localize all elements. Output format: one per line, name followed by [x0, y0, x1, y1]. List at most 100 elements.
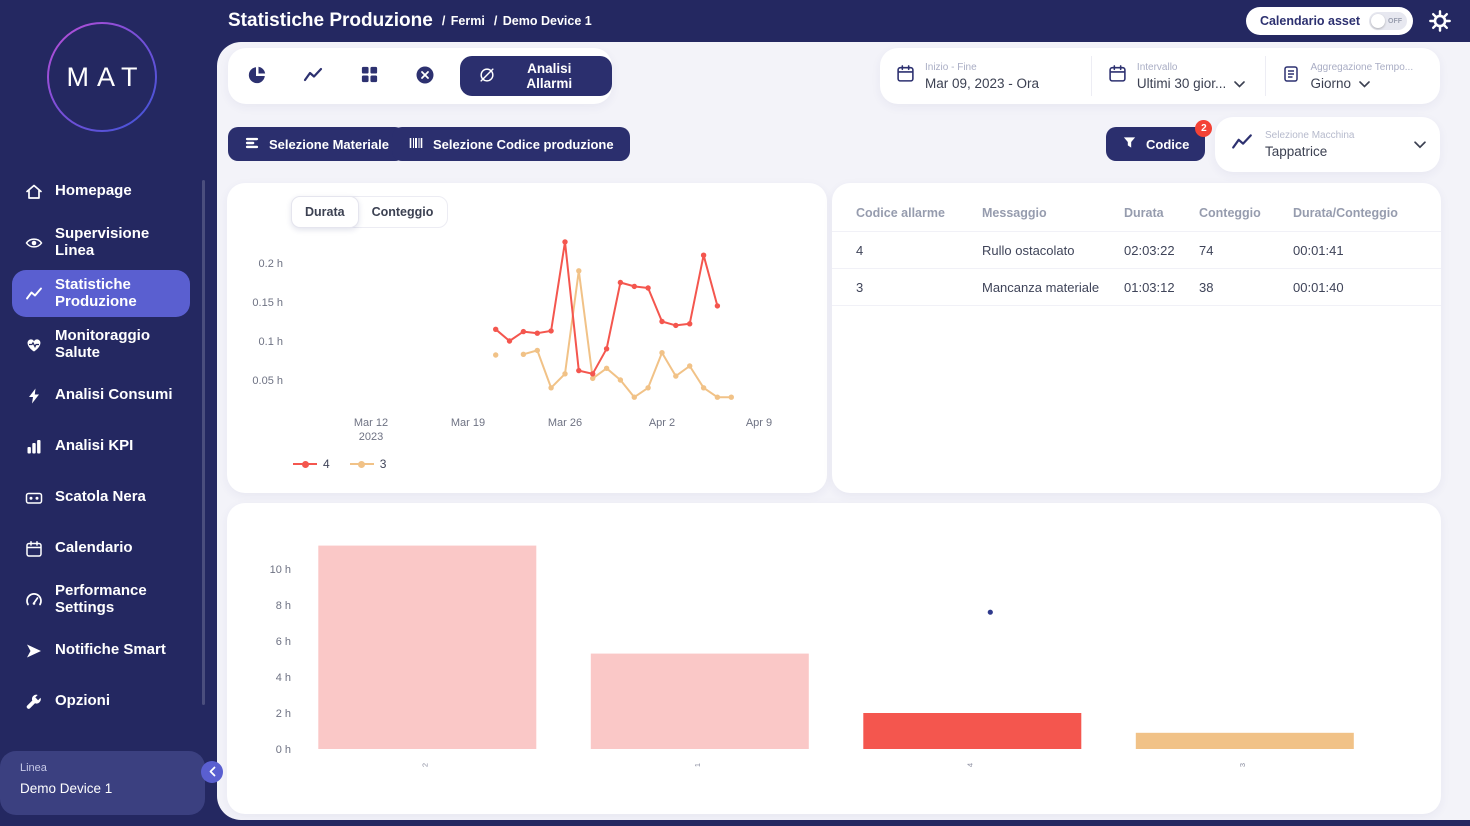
- settings-gear-icon[interactable]: [1428, 9, 1452, 33]
- analisi-allarmi-button[interactable]: Analisi Allarmi: [460, 56, 613, 96]
- interval-value: Ultimi 30 gior...: [1137, 76, 1226, 91]
- tab-conteggio[interactable]: Conteggio: [358, 197, 448, 227]
- machine-trend-icon: [1231, 131, 1253, 158]
- alarm-duration-bar-card: 0 h2 h4 h6 h8 h10 h2143: [227, 503, 1441, 814]
- time-controls: Inizio - Fine Mar 09, 2023 - Ora Interva…: [880, 48, 1440, 104]
- eye-icon: [24, 234, 43, 252]
- selezione-materiale-label: Selezione Materiale: [269, 137, 389, 152]
- svg-text:0.1 h: 0.1 h: [259, 336, 283, 348]
- pie-chart-view-button[interactable]: [240, 58, 275, 94]
- sidebar: MAT Homepage Supervisione Linea Statisti…: [0, 0, 217, 826]
- aggregation-dropdown[interactable]: Aggregazione Tempo... Giorno: [1265, 56, 1440, 95]
- sidebar-item-label: Performance Settings: [55, 583, 183, 617]
- breadcrumb-fermi: Fermi: [442, 14, 485, 28]
- date-range-value: Mar 09, 2023 - Ora: [925, 76, 1039, 91]
- svg-text:Mar 19: Mar 19: [451, 417, 485, 429]
- column-header: Durata/Conteggio: [1293, 206, 1429, 220]
- interval-dropdown[interactable]: Intervallo Ultimi 30 gior...: [1091, 56, 1266, 95]
- sidebar-item-monitoraggio-salute[interactable]: Monitoraggio Salute: [12, 321, 190, 368]
- svg-text:0.2 h: 0.2 h: [259, 258, 283, 270]
- breadcrumb-device: Demo Device 1: [494, 14, 592, 28]
- table-row[interactable]: 3 Mancanza materiale 01:03:12 38 00:01:4…: [832, 269, 1441, 306]
- alarm-table: Codice allarme Messaggio Durata Conteggi…: [832, 195, 1441, 306]
- funnel-filter-icon: [1122, 135, 1137, 153]
- logo-text: MAT: [59, 62, 146, 93]
- cell-codice: 4: [856, 243, 982, 258]
- toggle-knob: [1371, 14, 1385, 28]
- gauge-icon: [24, 591, 43, 609]
- tab-durata[interactable]: Durata: [291, 196, 359, 228]
- chevron-left-icon: [208, 765, 217, 780]
- sidebar-item-opzioni[interactable]: Opzioni: [12, 678, 190, 725]
- chevron-down-icon: [1414, 136, 1426, 154]
- sidebar-item-scatola-nera[interactable]: Scatola Nera: [12, 474, 190, 521]
- column-header: Codice allarme: [856, 206, 982, 220]
- line-device-value: Demo Device 1: [20, 781, 205, 796]
- selezione-materiale-button[interactable]: Selezione Materiale: [228, 127, 405, 161]
- alarm-analysis-icon: [478, 66, 496, 87]
- energy-bolt-icon: [24, 387, 43, 405]
- app-root: MAT Homepage Supervisione Linea Statisti…: [0, 0, 1470, 826]
- sidebar-item-analisi-kpi[interactable]: Analisi KPI: [12, 423, 190, 470]
- alarm-trend-card: Durata Conteggio 0.05 h0.1 h0.15 h0.2 hM…: [227, 183, 827, 493]
- sidebar-item-calendario[interactable]: Calendario: [12, 525, 190, 572]
- codice-filter-button[interactable]: Codice 2: [1106, 127, 1205, 161]
- svg-text:Apr 9: Apr 9: [746, 417, 772, 429]
- calendario-asset-toggle[interactable]: Calendario asset OFF: [1246, 7, 1413, 35]
- grid-view-button[interactable]: [352, 58, 387, 94]
- codice-filter-badge: 2: [1195, 120, 1212, 137]
- cell-durata: 02:03:22: [1124, 243, 1199, 258]
- table-header-row: Codice allarme Messaggio Durata Conteggi…: [832, 195, 1441, 232]
- sidebar-item-homepage[interactable]: Homepage: [12, 168, 190, 215]
- svg-text:6 h: 6 h: [276, 636, 291, 648]
- duration-count-tabs: Durata Conteggio: [291, 196, 448, 228]
- legend-item-code-4[interactable]: 4: [293, 457, 330, 471]
- svg-text:0 h: 0 h: [276, 744, 291, 756]
- toggle-state-label: OFF: [1388, 18, 1402, 25]
- svg-text:Mar 26: Mar 26: [548, 417, 582, 429]
- cell-durata-conteggio: 00:01:40: [1293, 280, 1429, 295]
- sidebar-item-statistiche-produzione[interactable]: Statistiche Produzione: [12, 270, 190, 317]
- svg-text:Mar 12: Mar 12: [354, 417, 388, 429]
- sidebar-item-label: Statistiche Produzione: [55, 277, 183, 311]
- wrench-icon: [24, 693, 43, 711]
- cell-conteggio: 74: [1199, 243, 1293, 258]
- sidebar-item-supervisione-linea[interactable]: Supervisione Linea: [12, 219, 190, 266]
- sidebar-item-label: Analisi KPI: [55, 438, 183, 455]
- selezione-macchina-dropdown[interactable]: Selezione Macchina Tappatrice: [1215, 117, 1440, 172]
- cell-messaggio: Rullo ostacolato: [982, 243, 1124, 258]
- sidebar-item-label: Homepage: [55, 183, 183, 200]
- toggle-switch[interactable]: OFF: [1369, 12, 1407, 30]
- sidebar-item-analisi-consumi[interactable]: Analisi Consumi: [12, 372, 190, 419]
- chevron-down-icon: [1234, 76, 1245, 91]
- svg-text:4: 4: [965, 763, 974, 767]
- top-header: Statistiche Produzione Fermi Demo Device…: [217, 0, 1470, 42]
- close-view-button[interactable]: [408, 58, 443, 94]
- alarm-table-card: Codice allarme Messaggio Durata Conteggi…: [832, 183, 1441, 493]
- analisi-allarmi-label: Analisi Allarmi: [505, 61, 595, 91]
- material-layers-icon: [244, 135, 260, 154]
- close-circle-icon: [415, 65, 435, 88]
- selezione-codice-produzione-button[interactable]: Selezione Codice produzione: [392, 127, 630, 161]
- sidebar-item-performance-settings[interactable]: Performance Settings: [12, 576, 190, 623]
- table-row[interactable]: 4 Rullo ostacolato 02:03:22 74 00:01:41: [832, 232, 1441, 269]
- sidebar-collapse-button[interactable]: [201, 761, 223, 783]
- line-label: Linea: [20, 762, 205, 774]
- cell-conteggio: 38: [1199, 280, 1293, 295]
- sidebar-item-notifiche-smart[interactable]: Notifiche Smart: [12, 627, 190, 674]
- line-chart-view-button[interactable]: [296, 58, 331, 94]
- sidebar-item-label: Calendario: [55, 540, 183, 557]
- date-range-control[interactable]: Inizio - Fine Mar 09, 2023 - Ora: [880, 56, 1091, 95]
- calendar-icon: [1108, 64, 1127, 88]
- calendar-icon: [24, 540, 43, 558]
- line-device-selector[interactable]: Linea Demo Device 1: [0, 751, 205, 815]
- svg-text:1: 1: [693, 763, 702, 767]
- page-title: Statistiche Produzione: [228, 10, 433, 32]
- legend-item-code-3[interactable]: 3: [350, 457, 387, 471]
- legend-label: 4: [323, 457, 330, 471]
- aggregation-value: Giorno: [1310, 76, 1351, 91]
- svg-text:2: 2: [420, 763, 429, 767]
- calendario-asset-label: Calendario asset: [1260, 14, 1360, 28]
- selezione-codice-produzione-label: Selezione Codice produzione: [433, 137, 614, 152]
- sidebar-scrollbar[interactable]: [202, 180, 205, 705]
